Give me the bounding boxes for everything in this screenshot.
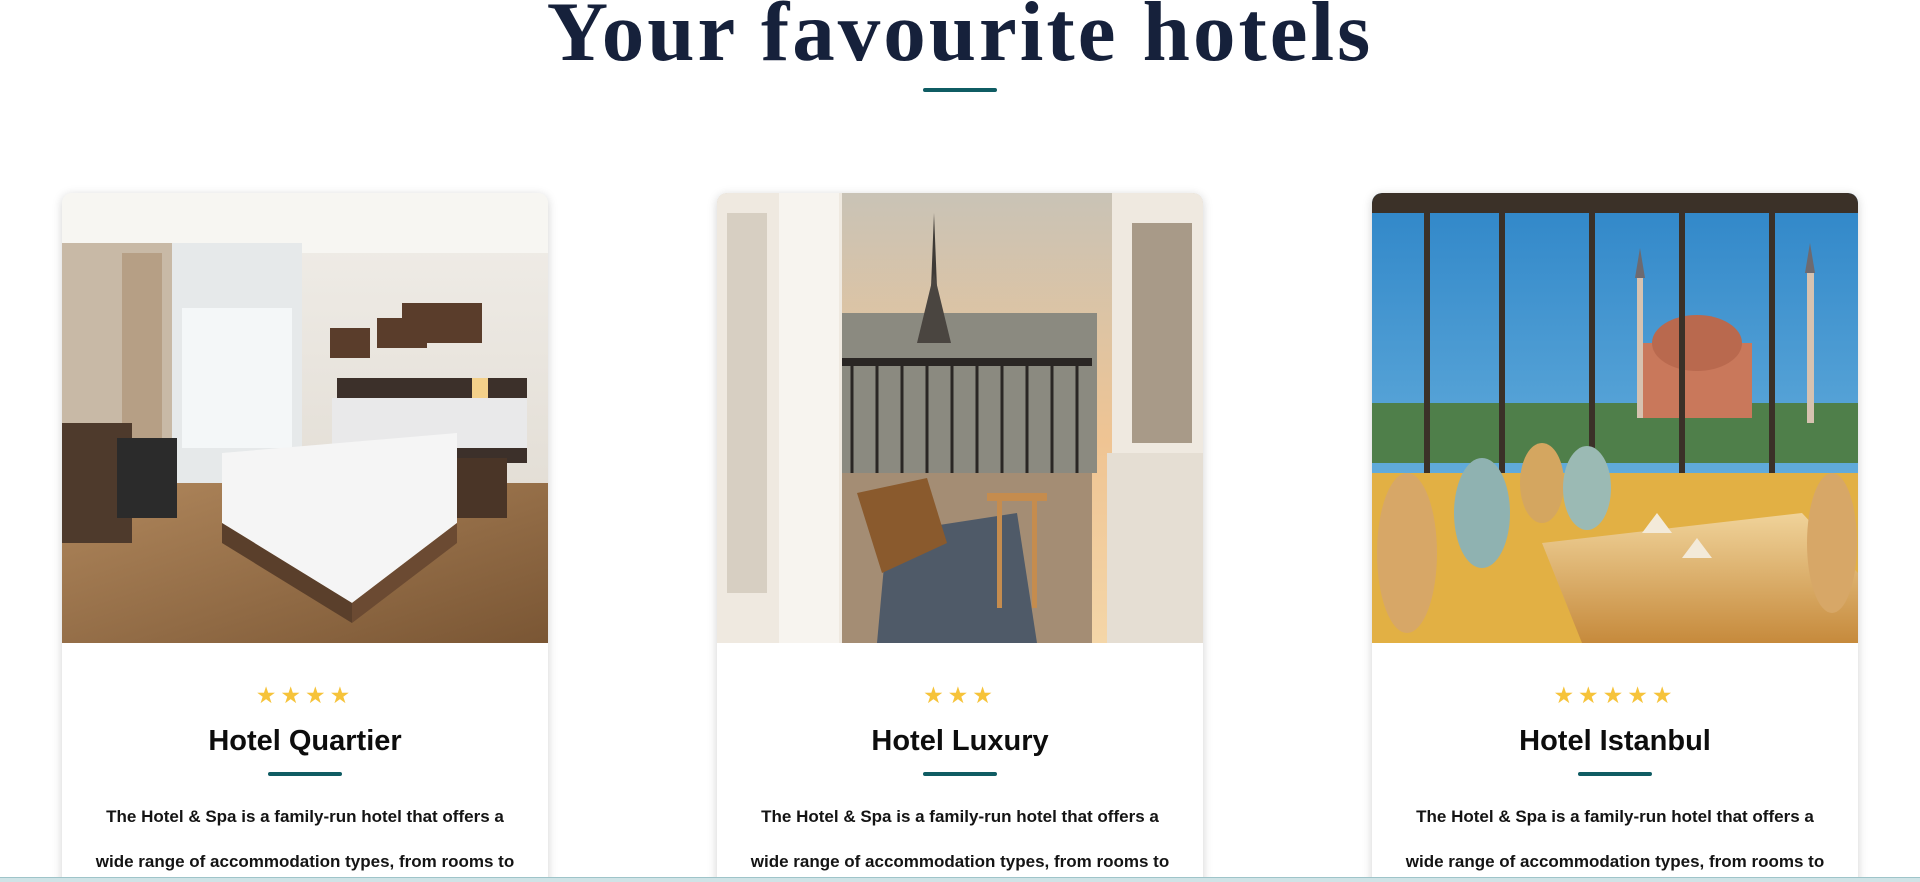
istanbul-restaurant-image[interactable] [1372,193,1858,643]
star-rating: ★★★ [923,683,997,709]
hotel-name-divider [268,772,342,776]
star-rating: ★★★★★ [1553,683,1677,709]
hotel-description: The Hotel & Spa is a family-run hotel th… [750,807,1170,871]
hotel-card-luxury[interactable]: ★★★ Hotel Luxury The Hotel & Spa is a fa… [717,193,1203,882]
hotel-description: The Hotel & Spa is a family-run hotel th… [95,807,515,871]
hotel-name[interactable]: Hotel Quartier [62,723,548,759]
bottom-scroll-strip [0,877,1920,882]
hotel-name-divider [923,772,997,776]
hotel-room-image[interactable] [62,193,548,643]
page-title: Your favourite hotels [546,0,1374,79]
hotel-name[interactable]: Hotel Luxury [717,723,1203,759]
hotel-card-istanbul[interactable]: ★★★★★ Hotel Istanbul The Hotel & Spa is … [1372,193,1858,882]
hotel-name[interactable]: Hotel Istanbul [1372,723,1858,759]
star-rating: ★★★★ [255,683,355,709]
hotel-description: The Hotel & Spa is a family-run hotel th… [1405,807,1825,871]
hotel-name-divider [1578,772,1652,776]
hotel-card-quartier[interactable]: ★★★★ Hotel Quartier The Hotel & Spa is a… [62,193,548,882]
paris-balcony-image[interactable] [717,193,1203,643]
title-divider [923,88,997,92]
